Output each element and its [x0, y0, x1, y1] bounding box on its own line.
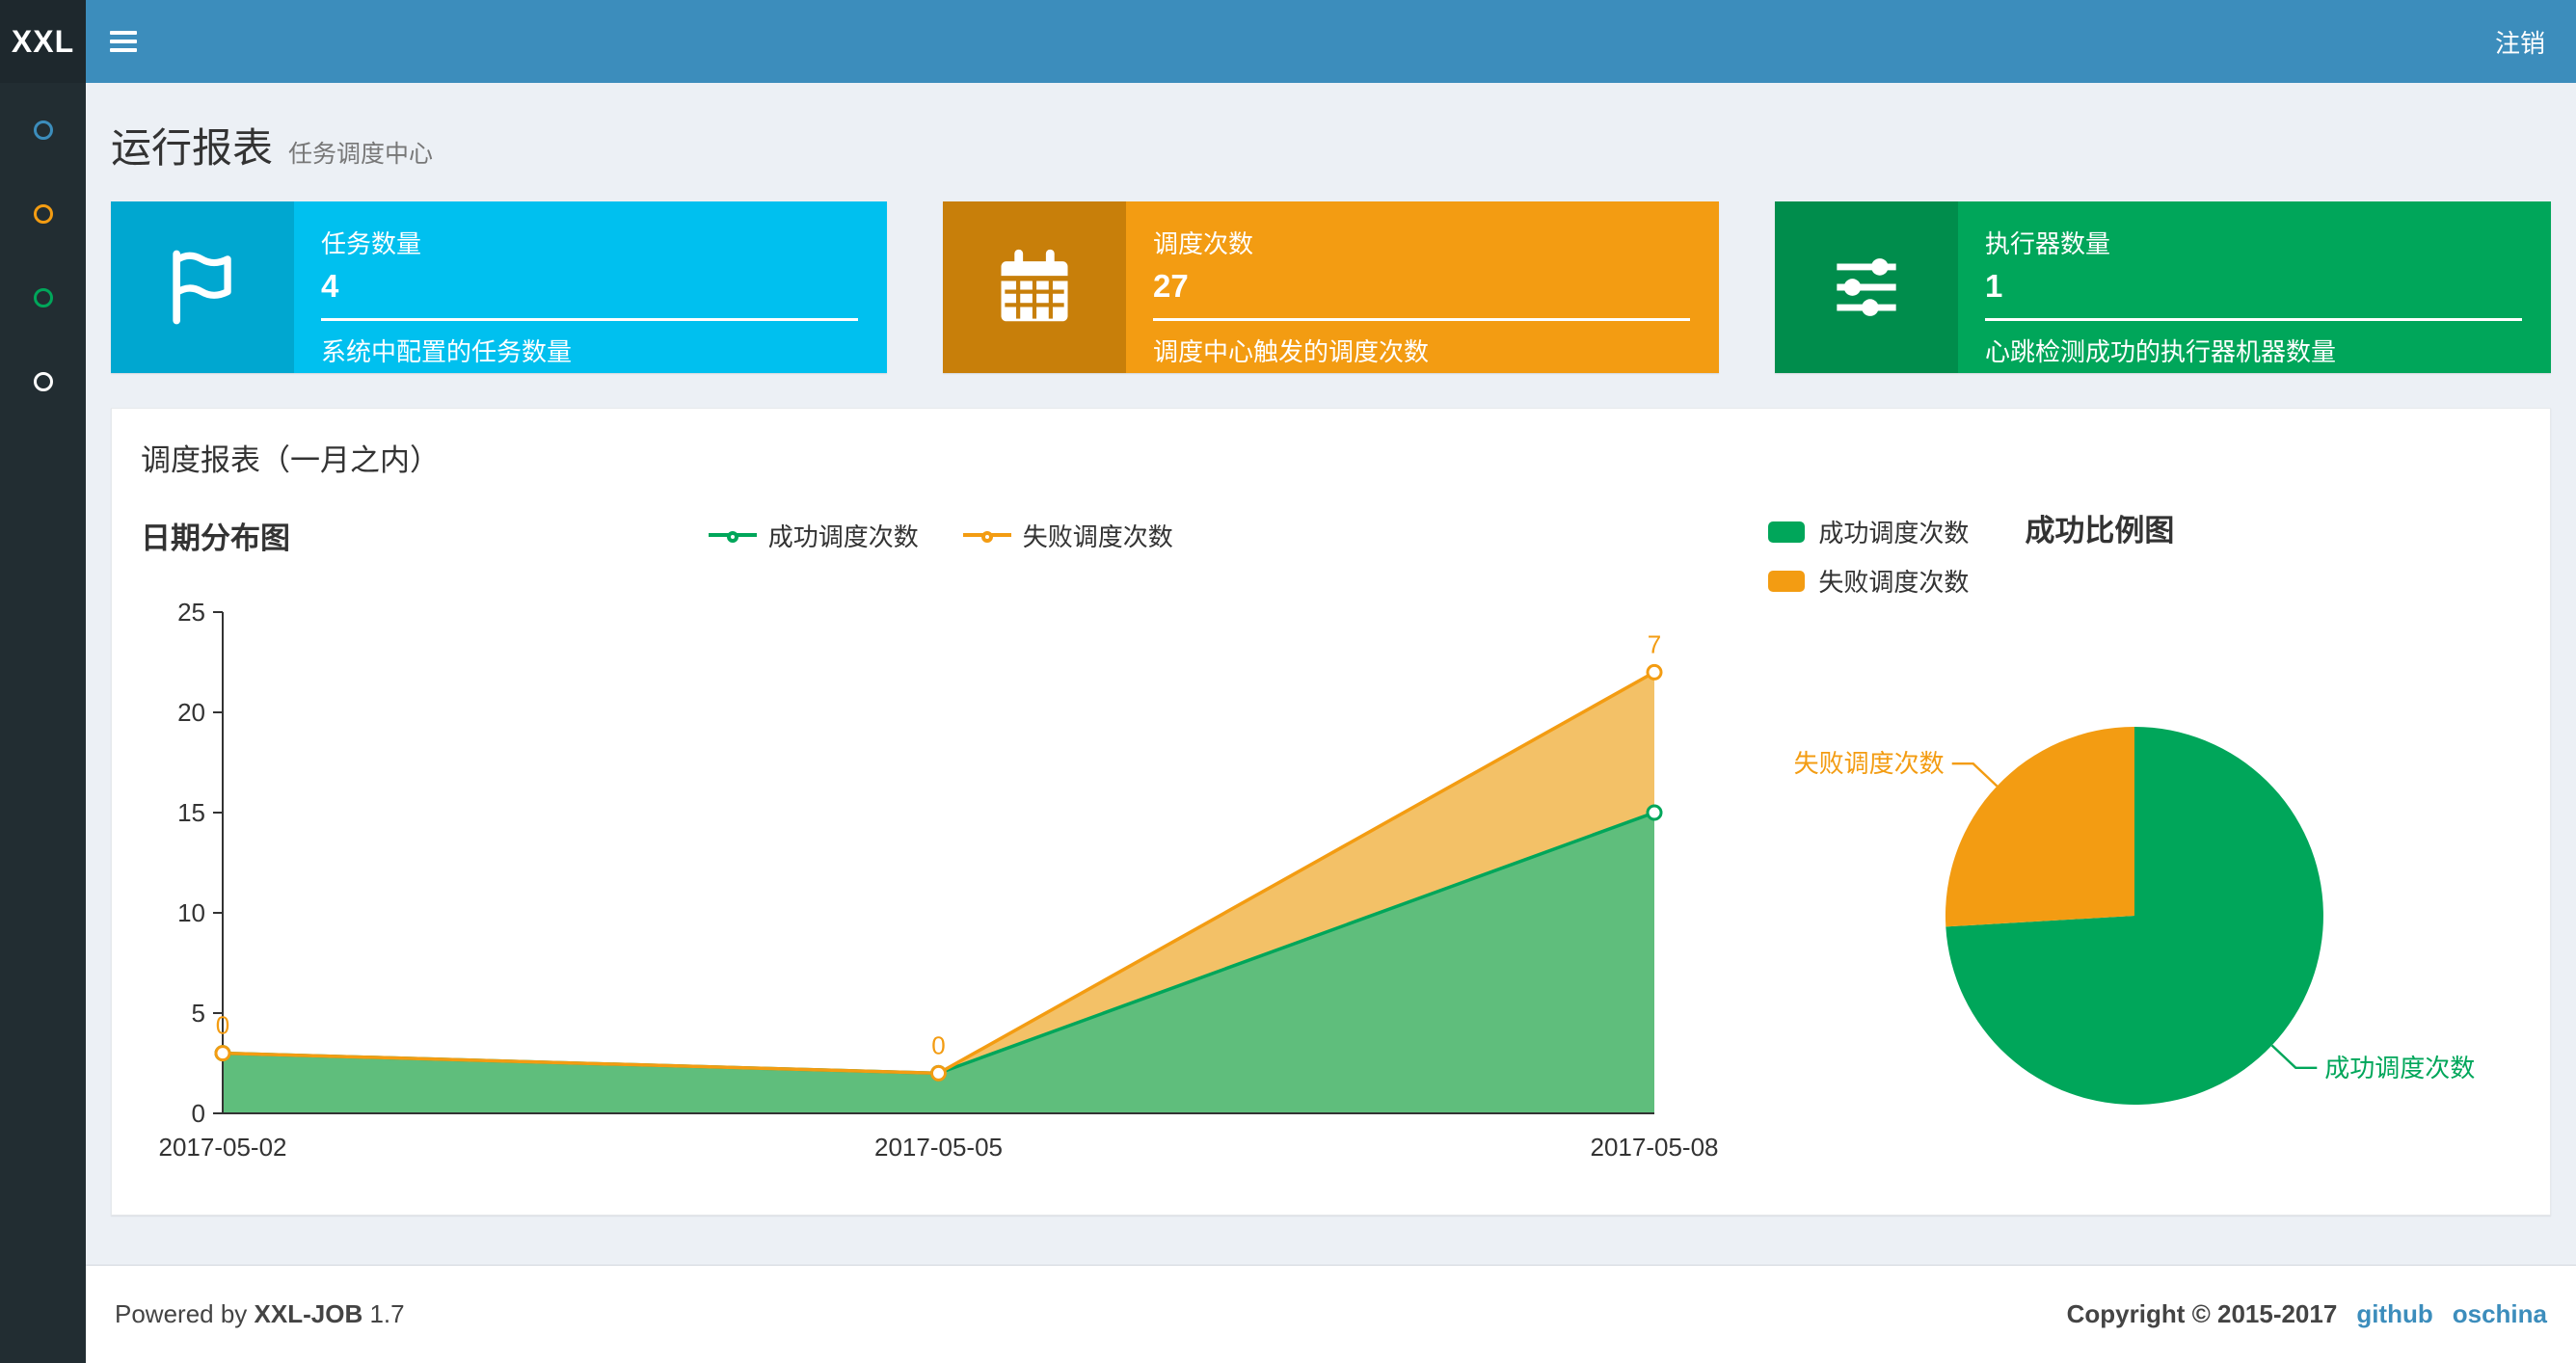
- svg-text:10: 10: [177, 898, 205, 927]
- github-link[interactable]: github: [2356, 1299, 2432, 1329]
- svg-text:25: 25: [177, 598, 205, 627]
- success-ratio-section: 成功调度次数 失败调度次数 成功比例图 成功调度次数 失败调度次数: [1726, 504, 2531, 1176]
- info-box-row: 任务数量 4 系统中配置的任务数量 调度次数 27 调度中心触发的调度次数 执行…: [86, 201, 2576, 373]
- legend-item-fail[interactable]: 失败调度次数: [1768, 563, 1969, 599]
- hamburger-menu-icon[interactable]: [86, 0, 161, 83]
- copyright-text: Copyright © 2015-2017: [2066, 1299, 2338, 1328]
- info-box-progress: [321, 318, 858, 321]
- logout-button[interactable]: 注销: [2464, 0, 2576, 83]
- marker-dot-icon: [980, 531, 993, 543]
- svg-text:0: 0: [931, 1030, 945, 1059]
- footer-right: Copyright © 2015-2017 github oschina: [2067, 1299, 2547, 1329]
- sidebar-item-jobs[interactable]: [0, 204, 86, 230]
- svg-text:20: 20: [177, 698, 205, 727]
- svg-text:2017-05-02: 2017-05-02: [159, 1133, 287, 1162]
- hamburger-bar: [110, 48, 137, 53]
- pie-chart-title: 成功比例图: [2025, 514, 2175, 548]
- panel-title: 调度报表（一月之内）: [141, 443, 440, 477]
- svg-text:2017-05-08: 2017-05-08: [1591, 1133, 1719, 1162]
- sliders-icon: [1775, 201, 1958, 373]
- product-name: XXL-JOB: [254, 1299, 363, 1328]
- pie-chart-legend: 成功调度次数 失败调度次数: [1768, 514, 1969, 599]
- sidebar-item-report[interactable]: [0, 120, 86, 147]
- legend-label: 失败调度次数: [1818, 568, 1970, 597]
- page-subtitle: 任务调度中心: [288, 141, 434, 168]
- content-header: 运行报表 任务调度中心: [86, 83, 2576, 196]
- legend-label: 成功调度次数: [767, 521, 919, 551]
- svg-text:5: 5: [192, 999, 205, 1028]
- sliders-icon: [1837, 258, 1896, 316]
- marker-dot-icon: [726, 531, 738, 543]
- page-title-text: 运行报表: [111, 125, 274, 171]
- sidebar-item-logs[interactable]: [0, 288, 86, 314]
- line-chart-legend: 成功调度次数 失败调度次数: [708, 518, 1308, 553]
- circle-outline-icon: [33, 372, 53, 391]
- line-chart-header: 日期分布图 成功调度次数 失败调度次数: [141, 504, 1726, 566]
- schedule-report-panel: 调度报表（一月之内） 日期分布图 成功调度次数 失败调度次数 0 5 10 15…: [111, 408, 2551, 1216]
- info-box-jobs: 任务数量 4 系统中配置的任务数量: [111, 201, 887, 373]
- info-box-title: 任务数量: [321, 229, 422, 258]
- calendar-icon: [943, 201, 1126, 373]
- info-box-number: 1: [1985, 268, 2003, 304]
- flag-icon: [173, 250, 231, 325]
- svg-text:7: 7: [1648, 629, 1661, 658]
- sidebar: [0, 83, 86, 1363]
- svg-text:2017-05-05: 2017-05-05: [874, 1133, 1003, 1162]
- circle-outline-icon: [33, 120, 53, 140]
- info-box-number: 27: [1153, 268, 1189, 304]
- product-version: 1.7: [369, 1299, 405, 1328]
- info-box-content: 执行器数量 1 心跳检测成功的执行器机器数量: [1958, 201, 2551, 373]
- pie-series-marker-icon: [1768, 521, 1806, 543]
- main-content: 运行报表 任务调度中心 任务数量 4 系统中配置的任务数量 调度次数 27 调度…: [86, 83, 2576, 1216]
- hamburger-bar: [110, 40, 137, 43]
- circle-outline-icon: [33, 288, 53, 307]
- svg-text:失败调度次数: 失败调度次数: [1794, 749, 1945, 778]
- panel-body: 日期分布图 成功调度次数 失败调度次数 0 5 10 15 20 25 2017-05-02…: [112, 494, 2550, 1215]
- info-box-description: 调度中心触发的调度次数: [1153, 337, 1430, 366]
- legend-item-success[interactable]: 成功调度次数: [1768, 514, 1969, 549]
- powered-by-prefix: Powered by: [115, 1299, 248, 1328]
- svg-text:成功调度次数: 成功调度次数: [2325, 1054, 2476, 1082]
- navbar-spacer: [161, 0, 2464, 83]
- info-box-triggers: 调度次数 27 调度中心触发的调度次数: [943, 201, 1719, 373]
- legend-label: 失败调度次数: [1022, 521, 1173, 551]
- flag-icon: [111, 201, 294, 373]
- footer: Powered by XXL-JOB 1.7 Copyright © 2015-…: [86, 1265, 2576, 1363]
- hamburger-bar: [110, 30, 137, 35]
- legend-item-success[interactable]: 成功调度次数: [708, 518, 919, 553]
- pie-chart-header: 成功调度次数 失败调度次数 成功比例图: [1768, 514, 2531, 599]
- svg-text:0: 0: [192, 1099, 205, 1128]
- info-box-title: 调度次数: [1153, 229, 1254, 258]
- sidebar-item-executors[interactable]: [0, 372, 86, 398]
- calendar-icon: [1001, 249, 1068, 322]
- info-box-description: 系统中配置的任务数量: [321, 337, 573, 366]
- circle-outline-icon: [33, 204, 53, 224]
- info-box-content: 调度次数 27 调度中心触发的调度次数: [1126, 201, 1719, 373]
- info-box-title: 执行器数量: [1985, 229, 2111, 258]
- success-ratio-pie-chart: 成功调度次数 失败调度次数: [1794, 727, 2476, 1105]
- date-distribution-section: 日期分布图 成功调度次数 失败调度次数 0 5 10 15 20 25 2017-05-02…: [141, 504, 1726, 1176]
- legend-item-fail[interactable]: 失败调度次数: [962, 518, 1173, 553]
- app-logo[interactable]: XXL: [0, 0, 86, 83]
- line-chart-title: 日期分布图: [141, 521, 290, 555]
- info-box-content: 任务数量 4 系统中配置的任务数量: [294, 201, 887, 373]
- line-series-marker-icon: [962, 531, 1011, 543]
- svg-text:0: 0: [216, 1011, 229, 1040]
- line-series-marker-icon: [708, 531, 757, 543]
- info-box-progress: [1985, 318, 2522, 321]
- top-navbar: XXL 注销: [0, 0, 2576, 83]
- info-box-progress: [1153, 318, 1690, 321]
- info-box-number: 4: [321, 268, 339, 304]
- powered-by: Powered by XXL-JOB 1.7: [115, 1299, 405, 1329]
- svg-text:15: 15: [177, 798, 205, 827]
- info-box-executors: 执行器数量 1 心跳检测成功的执行器机器数量: [1775, 201, 2551, 373]
- legend-label: 成功调度次数: [1818, 519, 1970, 548]
- page-title: 运行报表 任务调度中心: [111, 116, 2551, 174]
- info-box-description: 心跳检测成功的执行器机器数量: [1985, 337, 2337, 366]
- oschina-link[interactable]: oschina: [2453, 1299, 2547, 1329]
- pie-series-marker-icon: [1768, 570, 1806, 592]
- date-distribution-chart: 05101520252017-05-02 2017-05-05 2017-05-08…: [159, 598, 1719, 1162]
